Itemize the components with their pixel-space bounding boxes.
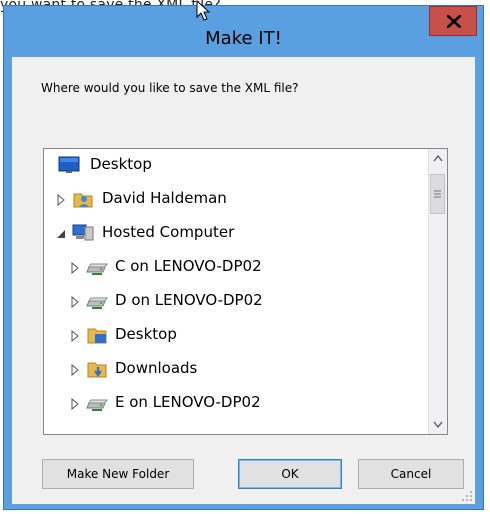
dialog-prompt: Where would you like to save the XML fil… (41, 81, 299, 95)
tree-item-david-haldeman[interactable]: David Haldeman (44, 183, 430, 217)
tree-item-desktop-root[interactable]: Desktop (44, 149, 430, 183)
close-button[interactable] (429, 6, 477, 36)
network-drive-icon (86, 297, 108, 309)
scroll-up-button[interactable] (429, 149, 447, 168)
tree-item-e-drive[interactable]: E on LENOVO-DP02 (44, 387, 430, 421)
title-bar[interactable]: Make IT! (4, 6, 483, 56)
grip-lines-icon (434, 190, 441, 198)
tree-item-label: C on LENOVO-DP02 (115, 257, 262, 275)
tree-scrollbar[interactable] (428, 149, 447, 434)
dialog-client-area: Where would you like to save the XML fil… (11, 56, 476, 505)
scroll-down-button[interactable] (429, 415, 447, 434)
tree-item-label: Downloads (115, 359, 198, 377)
expand-arrow-icon[interactable] (70, 262, 80, 274)
folder-icon (87, 328, 107, 344)
tree-item-label: E on LENOVO-DP02 (115, 393, 261, 411)
tree-item-label: Desktop (115, 325, 177, 343)
network-drive-icon (86, 399, 108, 411)
resize-grip-icon[interactable] (461, 490, 473, 502)
tree-item-downloads[interactable]: Downloads (44, 353, 430, 387)
scroll-thumb[interactable] (430, 174, 445, 214)
downloads-folder-icon (87, 362, 107, 378)
dialog-title: Make IT! (205, 28, 282, 49)
cancel-button[interactable]: Cancel (358, 459, 464, 489)
tree-item-label: Hosted Computer (102, 223, 235, 241)
user-folder-icon (73, 193, 93, 208)
tree-item-hosted-desktop[interactable]: Desktop (44, 319, 430, 353)
save-dialog: Make IT! Where would you like to save th… (3, 5, 484, 510)
chevron-down-icon (433, 421, 443, 429)
expand-arrow-icon[interactable] (70, 330, 80, 342)
tree-item-d-drive[interactable]: D on LENOVO-DP02 (44, 285, 430, 319)
folder-tree[interactable]: Desktop David Haldeman Hosted Computer C… (43, 148, 448, 435)
tree-item-label: Desktop (90, 155, 152, 173)
close-icon (447, 15, 461, 28)
expand-arrow-icon[interactable] (70, 364, 80, 376)
make-new-folder-button[interactable]: Make New Folder (42, 459, 194, 489)
computer-icon (72, 224, 94, 241)
tree-item-label: D on LENOVO-DP02 (115, 291, 263, 309)
tree-item-label: David Haldeman (102, 189, 227, 207)
expand-arrow-icon[interactable] (70, 398, 80, 410)
tree-item-c-drive[interactable]: C on LENOVO-DP02 (44, 251, 430, 285)
tree-item-hosted-computer[interactable]: Hosted Computer (44, 217, 430, 251)
ok-button[interactable]: OK (238, 459, 342, 489)
collapse-arrow-icon[interactable] (56, 228, 66, 240)
mouse-cursor-icon (196, 0, 211, 21)
expand-arrow-icon[interactable] (70, 296, 80, 308)
desktop-icon (58, 156, 80, 173)
network-drive-icon (86, 263, 108, 275)
chevron-up-icon (433, 154, 443, 162)
expand-arrow-icon[interactable] (56, 194, 66, 206)
